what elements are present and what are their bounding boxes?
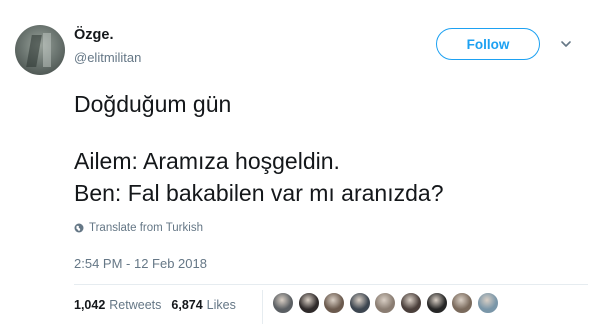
tweet-line: Doğduğum gün <box>74 91 232 117</box>
likes-stat[interactable]: 6,874 Likes <box>171 298 235 312</box>
liker-avatar[interactable] <box>297 292 320 314</box>
translate-label[interactable]: Translate from Turkish <box>89 222 203 234</box>
likes-label: Likes <box>206 298 236 312</box>
liker-avatar[interactable] <box>323 292 346 314</box>
follow-button[interactable]: Follow <box>436 28 540 60</box>
retweets-stat[interactable]: 1,042 Retweets <box>74 298 161 312</box>
liker-avatar[interactable] <box>272 292 294 314</box>
retweets-count: 1,042 <box>74 298 106 312</box>
retweets-label: Retweets <box>109 298 162 312</box>
liker-avatar[interactable] <box>374 292 397 314</box>
tweet-text: Doğduğum gün Ailem: Aramıza hoşgeldin. B… <box>74 88 584 209</box>
liker-avatar[interactable] <box>425 292 448 314</box>
display-name[interactable]: Özge. <box>74 27 113 43</box>
globe-icon <box>74 223 84 233</box>
divider <box>74 284 588 285</box>
liker-avatar[interactable] <box>399 292 422 314</box>
liker-avatar[interactable] <box>451 292 474 314</box>
translate-link[interactable]: Translate from Turkish <box>74 222 203 234</box>
tweet-line: Ailem: Aramıza hoşgeldin. <box>74 148 340 174</box>
stats-separator <box>262 290 263 324</box>
timestamp[interactable]: 2:54 PM - 12 Feb 2018 <box>74 256 207 271</box>
likes-count: 6,874 <box>171 298 203 312</box>
tweet-stats: 1,042 Retweets 6,874 Likes <box>74 298 246 312</box>
profile-avatar[interactable] <box>15 25 65 75</box>
tweet-line: Ben: Fal bakabilen var mı aranızda? <box>74 180 444 206</box>
liker-avatar[interactable] <box>476 292 499 314</box>
liker-avatar[interactable] <box>348 292 371 314</box>
user-handle[interactable]: @elitmilitan <box>74 50 141 65</box>
liker-avatars <box>272 292 502 314</box>
chevron-down-icon[interactable] <box>560 38 572 50</box>
